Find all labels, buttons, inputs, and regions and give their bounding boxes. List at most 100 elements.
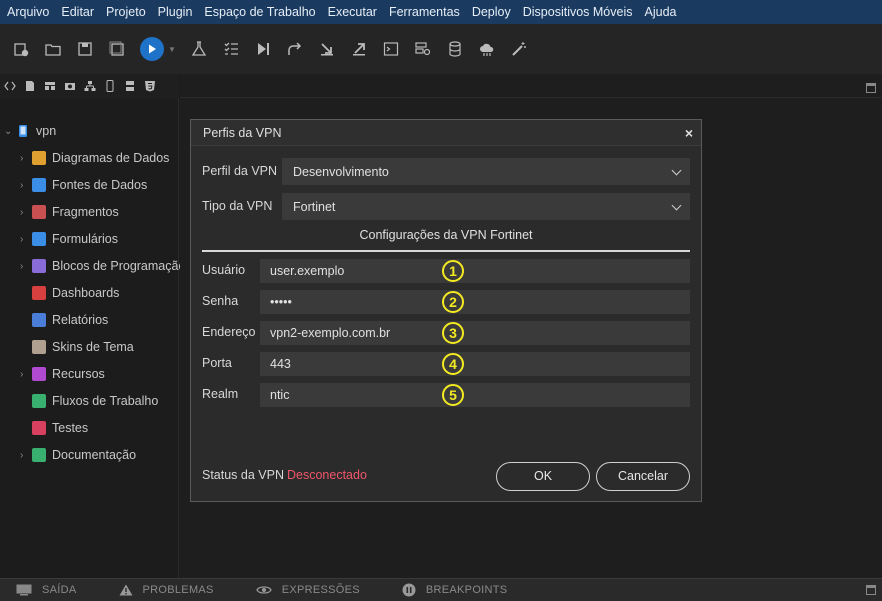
- menu-deploy[interactable]: Deploy: [472, 5, 511, 19]
- username-input[interactable]: user.exemplo: [260, 259, 690, 283]
- cloud-icon[interactable]: [478, 40, 496, 58]
- type-select-value: Fortinet: [293, 200, 336, 214]
- close-icon[interactable]: ×: [685, 125, 693, 141]
- bottom-panel-menu-icon[interactable]: [866, 585, 876, 595]
- password-input[interactable]: •••••: [260, 290, 690, 314]
- database-icon[interactable]: [446, 40, 464, 58]
- tree-item-label: Fluxos de Trabalho: [52, 394, 159, 408]
- chevron-right-icon[interactable]: ›: [20, 369, 32, 380]
- camera-icon[interactable]: [64, 80, 76, 92]
- menu-dispositivos-moveis[interactable]: Dispositivos Móveis: [523, 5, 633, 19]
- tab-breakpoints-label: BREAKPOINTS: [425, 584, 508, 596]
- tab-saida[interactable]: SAÍDA: [16, 584, 77, 596]
- server-icon[interactable]: [124, 80, 136, 92]
- tree-item[interactable]: › Diagramas de Dados: [20, 151, 169, 165]
- run-button[interactable]: [140, 37, 164, 61]
- open-folder-icon[interactable]: [44, 40, 62, 58]
- menu-espaco-trabalho[interactable]: Espaço de Trabalho: [204, 5, 315, 19]
- callout-badge: 1: [442, 260, 464, 282]
- server-search-icon[interactable]: [414, 40, 432, 58]
- fragment-icon: [32, 205, 46, 219]
- resources-icon: [32, 367, 46, 381]
- tree-item[interactable]: Fluxos de Trabalho: [20, 394, 158, 408]
- chevron-right-icon[interactable]: ›: [20, 153, 32, 164]
- file-icon[interactable]: [24, 80, 36, 92]
- chevron-right-icon[interactable]: ›: [20, 207, 32, 218]
- ok-button[interactable]: OK: [496, 462, 590, 491]
- tab-problemas[interactable]: PROBLEMAS: [119, 584, 214, 596]
- menu-plugin[interactable]: Plugin: [158, 5, 193, 19]
- mobile-icon[interactable]: [104, 80, 116, 92]
- chevron-right-icon[interactable]: ›: [20, 234, 32, 245]
- status-label: Status da VPN: [202, 468, 284, 482]
- warning-icon: [119, 584, 133, 596]
- save-all-icon[interactable]: [108, 40, 126, 58]
- save-icon[interactable]: [76, 40, 94, 58]
- type-select[interactable]: Fortinet: [282, 193, 690, 220]
- chevron-right-icon[interactable]: ›: [20, 450, 32, 461]
- code-icon[interactable]: [4, 80, 16, 92]
- dialog-title: Perfis da VPN: [203, 126, 282, 140]
- callout-badge: 4: [442, 353, 464, 375]
- realm-input[interactable]: ntic: [260, 383, 690, 407]
- address-input[interactable]: vpn2-exemplo.com.br: [260, 321, 690, 345]
- tree-item-label: Diagramas de Dados: [52, 151, 170, 165]
- menu-editar[interactable]: Editar: [61, 5, 94, 19]
- menu-ajuda[interactable]: Ajuda: [645, 5, 677, 19]
- section-divider: [202, 250, 690, 252]
- tree-root-vpn[interactable]: ⌄ vpn: [4, 124, 56, 138]
- panel-menu-icon[interactable]: [866, 83, 876, 93]
- callout-badge: 5: [442, 384, 464, 406]
- tree-item[interactable]: › Formulários: [20, 232, 118, 246]
- profile-select[interactable]: Desenvolvimento: [282, 158, 690, 185]
- profile-label: Perfil da VPN: [202, 164, 278, 178]
- menu-arquivo[interactable]: Arquivo: [7, 5, 49, 19]
- tree-item[interactable]: › Fragmentos: [20, 205, 119, 219]
- new-project-icon[interactable]: [12, 40, 30, 58]
- field-label-endereco: Endereço: [202, 325, 256, 339]
- tree-item[interactable]: Testes: [20, 421, 88, 435]
- eye-icon: [255, 586, 272, 594]
- chevron-right-icon[interactable]: ›: [20, 261, 32, 272]
- checklist-icon[interactable]: [222, 40, 240, 58]
- menu-projeto[interactable]: Projeto: [106, 5, 146, 19]
- terminal-icon[interactable]: [382, 40, 400, 58]
- tree-item[interactable]: › Documentação: [20, 448, 136, 462]
- import-icon[interactable]: [318, 40, 336, 58]
- chevron-down-icon[interactable]: ⌄: [4, 126, 16, 137]
- bottom-panel-tabs: SAÍDA PROBLEMAS EXPRESSÕES BREAKPOINTS: [0, 578, 882, 601]
- tree-item[interactable]: Dashboards: [20, 286, 119, 300]
- tree-item[interactable]: Relatórios: [20, 313, 108, 327]
- field-label-porta: Porta: [202, 356, 232, 370]
- magic-wand-icon[interactable]: [510, 40, 528, 58]
- tree-item[interactable]: › Blocos de Programação: [20, 259, 185, 273]
- callout-badge: 2: [442, 291, 464, 313]
- step-forward-icon[interactable]: [254, 40, 272, 58]
- tree-item-label: Documentação: [52, 448, 137, 462]
- type-label: Tipo da VPN: [202, 199, 273, 213]
- table-icon[interactable]: [44, 80, 56, 92]
- run-dropdown-icon[interactable]: ▼: [168, 45, 176, 54]
- field-label-usuario: Usuário: [202, 263, 246, 277]
- cancel-button[interactable]: Cancelar: [596, 462, 690, 491]
- tree-item[interactable]: › Recursos: [20, 367, 105, 381]
- field-label-senha: Senha: [202, 294, 239, 308]
- chevron-down-icon: [671, 165, 682, 176]
- chevron-right-icon[interactable]: ›: [20, 180, 32, 191]
- html5-icon[interactable]: [144, 80, 156, 92]
- vpn-profiles-dialog: Perfis da VPN × Perfil da VPN Desenvolvi…: [190, 119, 702, 502]
- port-input[interactable]: 443: [260, 352, 690, 376]
- tree-item[interactable]: › Fontes de Dados: [20, 178, 147, 192]
- tab-expressoes[interactable]: EXPRESSÕES: [255, 584, 360, 596]
- hierarchy-icon[interactable]: [84, 80, 96, 92]
- menu-ferramentas[interactable]: Ferramentas: [389, 5, 460, 19]
- datasource-icon: [32, 178, 46, 192]
- report-icon: [32, 313, 46, 327]
- tab-breakpoints[interactable]: BREAKPOINTS: [402, 583, 508, 597]
- tree-item[interactable]: Skins de Tema: [20, 340, 134, 354]
- editor-tabbar: [180, 74, 882, 98]
- export-icon[interactable]: [350, 40, 368, 58]
- share-icon[interactable]: [286, 40, 304, 58]
- flask-icon[interactable]: [190, 40, 208, 58]
- menu-executar[interactable]: Executar: [328, 5, 377, 19]
